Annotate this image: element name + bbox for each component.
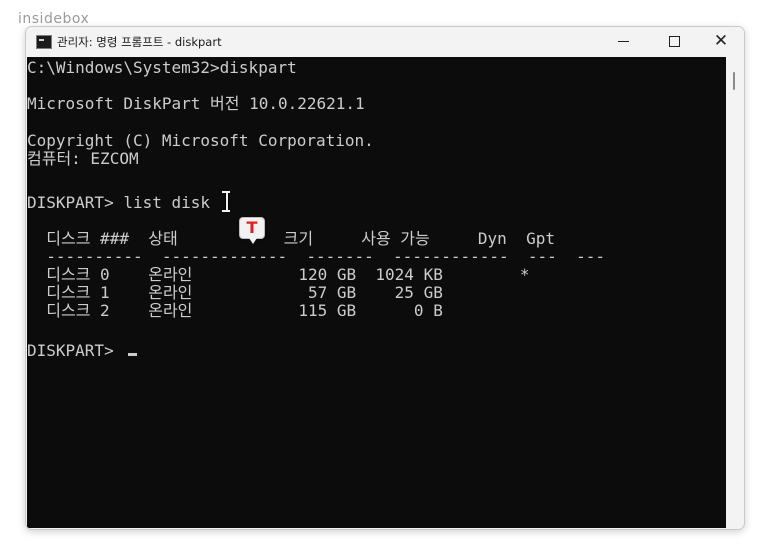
console-output[interactable]: C:\Windows\System32>diskpart Microsoft D… [27, 57, 726, 528]
t-badge-letter: T [246, 218, 258, 237]
console-line: Copyright (C) Microsoft Corporation. [27, 131, 374, 150]
title-bar[interactable]: 관리자: 명령 프롬프트 - diskpart ✕ [26, 27, 744, 56]
table-header: 디스크 ### 상태 크기 사용 가능 Dyn Gpt [27, 229, 555, 248]
console-line: C:\Windows\System32>diskpart [27, 58, 297, 77]
console-line: DISKPART> list disk [27, 193, 211, 212]
t-badge-icon: T [239, 217, 265, 244]
console-line: Microsoft DiskPart 버전 10.0.22621.1 [27, 94, 365, 113]
text-caret [128, 353, 137, 356]
scrollbar-thumb[interactable] [733, 72, 735, 90]
close-icon: ✕ [713, 31, 729, 51]
table-row: 디스크 2 온라인 115 GB 0 B [27, 301, 443, 320]
text-cursor-icon [222, 191, 230, 212]
minimize-button[interactable] [601, 27, 647, 56]
watermark: insidebox [18, 11, 90, 27]
close-button[interactable]: ✕ [698, 27, 744, 56]
prompt-line: DISKPART> [27, 341, 124, 360]
command-prompt-window[interactable]: 관리자: 명령 프롬프트 - diskpart ✕ C:\Windows\Sys… [25, 26, 745, 530]
scrollbar[interactable] [726, 57, 743, 528]
window-title: 관리자: 명령 프롬프트 - diskpart [57, 35, 222, 49]
cmd-icon [36, 35, 52, 49]
minimize-icon [618, 41, 629, 42]
table-row: 디스크 1 온라인 57 GB 25 GB [27, 283, 443, 302]
maximize-button[interactable] [651, 27, 697, 56]
table-divider: ---------- ------------- ------- -------… [27, 247, 605, 266]
table-row: 디스크 0 온라인 120 GB 1024 KB * [27, 265, 530, 284]
console-line: 컴퓨터: EZCOM [27, 149, 139, 168]
maximize-icon [669, 36, 680, 47]
